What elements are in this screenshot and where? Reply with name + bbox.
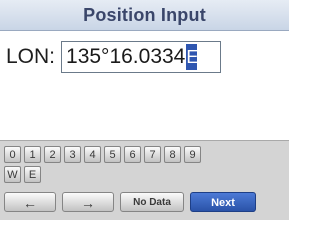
- longitude-value: 135°16.0334: [66, 45, 186, 68]
- key-2[interactable]: 2: [44, 146, 61, 163]
- longitude-row: LON: 135°16.0334 E: [6, 40, 222, 74]
- control-row: ← → No Data Next: [4, 192, 256, 212]
- key-8[interactable]: 8: [164, 146, 181, 163]
- key-1[interactable]: 1: [24, 146, 41, 163]
- screen-title: Position Input: [83, 4, 206, 25]
- key-0[interactable]: 0: [4, 146, 21, 163]
- no-data-button[interactable]: No Data: [120, 192, 184, 212]
- key-6[interactable]: 6: [124, 146, 141, 163]
- key-5[interactable]: 5: [104, 146, 121, 163]
- position-input-screen: Position Input LON: 135°16.0334 E 0 1 2 …: [0, 0, 289, 220]
- title-bar: Position Input: [0, 0, 289, 31]
- key-east[interactable]: E: [24, 166, 41, 183]
- key-west[interactable]: W: [4, 166, 21, 183]
- longitude-input[interactable]: 135°16.0334 E: [61, 41, 222, 73]
- key-9[interactable]: 9: [184, 146, 201, 163]
- digit-row: 0 1 2 3 4 5 6 7 8 9: [4, 146, 204, 163]
- key-4[interactable]: 4: [84, 146, 101, 163]
- hemisphere-row: W E: [4, 166, 44, 183]
- keypad: 0 1 2 3 4 5 6 7 8 9 W E ← → No Data Next: [0, 140, 289, 220]
- key-3[interactable]: 3: [64, 146, 81, 163]
- input-cursor: E: [186, 44, 198, 70]
- longitude-label: LON:: [6, 45, 56, 68]
- next-button[interactable]: Next: [190, 192, 256, 212]
- right-arrow-button[interactable]: →: [62, 192, 114, 212]
- left-arrow-button[interactable]: ←: [4, 192, 56, 212]
- key-7[interactable]: 7: [144, 146, 161, 163]
